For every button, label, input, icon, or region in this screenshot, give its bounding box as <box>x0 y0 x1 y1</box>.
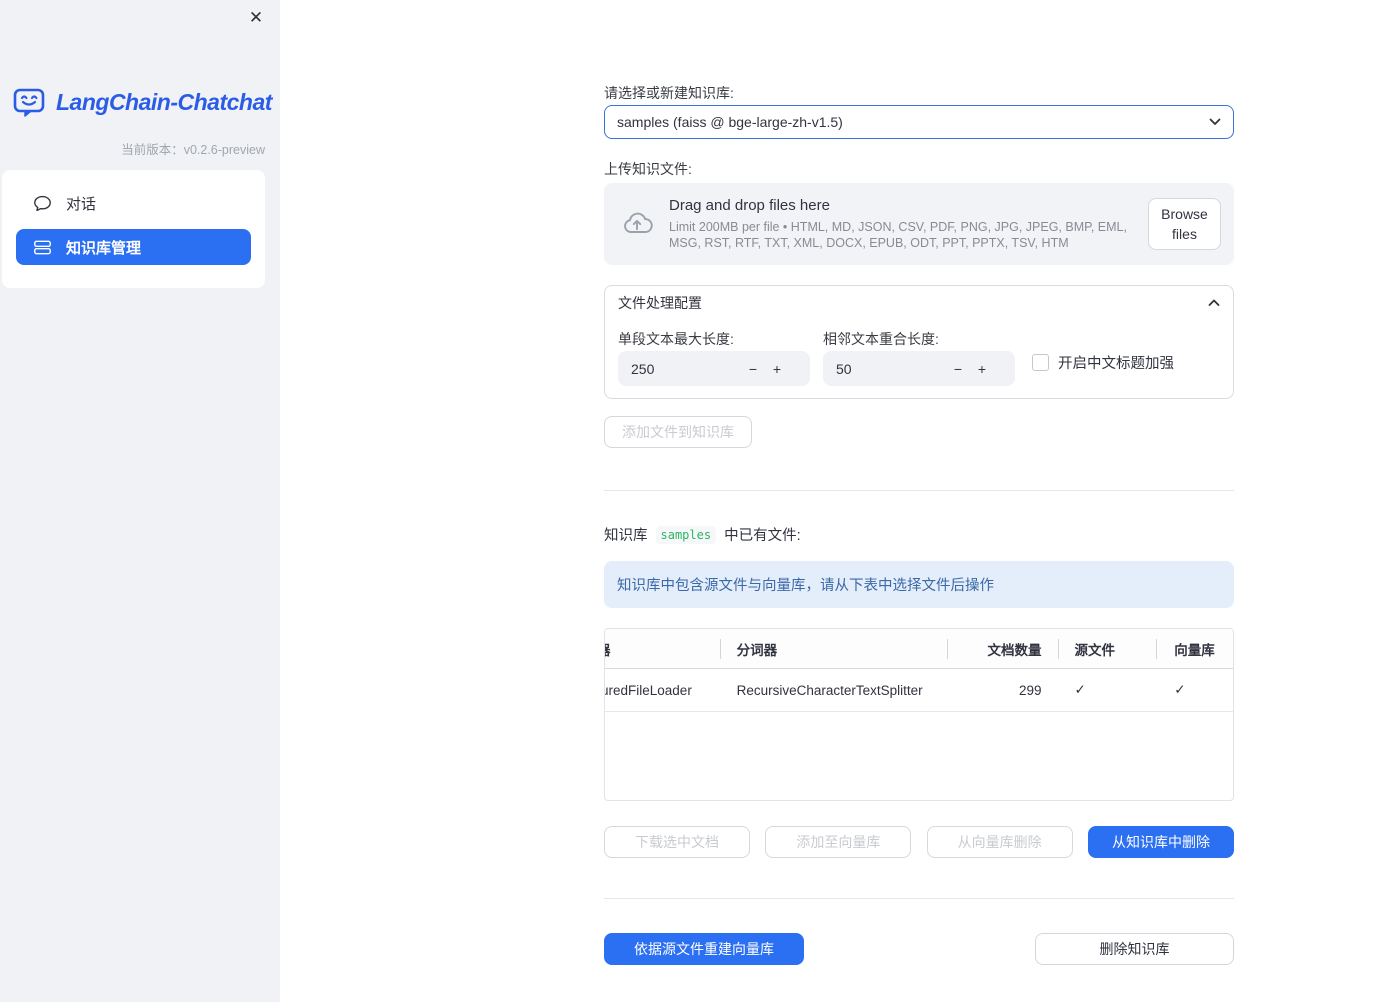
cell-doc-count: 299 <box>1018 682 1042 698</box>
delete-kb-button[interactable]: 删除知识库 <box>1035 933 1234 965</box>
sidebar: ✕ LangChain-Chatchat 当前版本：v0.2.6-preview <box>0 0 280 1002</box>
existing-files-prefix: 知识库 <box>604 528 648 544</box>
kb-select-value: samples (faiss @ bge-large-zh-v1.5) <box>617 114 843 130</box>
chunk-size-label: 单段文本最大长度: <box>618 331 734 347</box>
existing-files-suffix: 中已有文件: <box>724 528 801 544</box>
chunk-overlap-label: 相邻文本重合长度: <box>823 331 939 347</box>
info-message: 知识库中包含源文件与向量库，请从下表中选择文件后操作 <box>604 561 1234 608</box>
chunk-overlap-stepper: − + <box>823 351 1015 386</box>
add-files-to-kb-button[interactable]: 添加文件到知识库 <box>604 416 752 448</box>
delete-from-kb-button[interactable]: 从知识库中删除 <box>1087 826 1234 858</box>
delete-from-vector-store-button[interactable]: 从向量库删除 <box>926 826 1073 858</box>
app-window: ✕ LangChain-Chatchat 当前版本：v0.2.6-preview <box>0 0 1380 1002</box>
divider <box>604 490 1234 491</box>
plus-button[interactable]: + <box>765 361 789 377</box>
existing-files-line: 知识库 samples 中已有文件: <box>604 524 801 545</box>
version-value: v0.2.6-preview <box>183 143 265 157</box>
table-row[interactable]: uredFileLoader RecursiveCharacterTextSpl… <box>605 669 1233 712</box>
kb-list-icon <box>33 239 52 256</box>
dropzone-limit: Limit 200MB per file • HTML, MD, JSON, C… <box>669 219 1127 250</box>
zh-title-enhance-checkbox[interactable] <box>1032 354 1049 371</box>
sidebar-item-kb-management[interactable]: 知识库管理 <box>16 229 251 265</box>
dropzone-text: Drag and drop files here Limit 200MB per… <box>669 197 1147 252</box>
cell-vector-store-check: ✓ <box>1174 682 1186 697</box>
rebuild-vector-store-button[interactable]: 依据源文件重建向量库 <box>604 933 804 965</box>
table-header-loader[interactable]: 器 <box>605 629 720 668</box>
sidebar-close-button[interactable]: ✕ <box>244 6 268 30</box>
cloud-upload-icon <box>621 211 653 237</box>
chunk-size-stepper: − + <box>618 351 810 386</box>
expander-title: 文件处理配置 <box>618 295 702 311</box>
sidebar-nav: 对话 知识库管理 <box>2 170 265 288</box>
info-message-text: 知识库中包含源文件与向量库，请从下表中选择文件后操作 <box>617 578 994 594</box>
sidebar-item-dialogue[interactable]: 对话 <box>16 185 251 221</box>
table-header-vector-store[interactable]: 向量库 <box>1156 629 1233 668</box>
app-logo: LangChain-Chatchat <box>12 86 272 118</box>
cell-source-file-check: ✓ <box>1074 682 1086 697</box>
file-dropzone[interactable]: Drag and drop files here Limit 200MB per… <box>604 183 1234 265</box>
chevron-up-icon <box>1208 299 1220 307</box>
plus-button[interactable]: + <box>970 361 994 377</box>
minus-button[interactable]: − <box>741 361 765 377</box>
minus-button[interactable]: − <box>946 361 970 377</box>
cell-splitter: RecursiveCharacterTextSplitter <box>736 682 923 698</box>
dropzone-title: Drag and drop files here <box>669 196 830 214</box>
chatchat-logo-icon <box>12 86 48 118</box>
zh-title-enhance-label: 开启中文标题加强 <box>1058 356 1174 372</box>
file-config-expander: 文件处理配置 单段文本最大长度: 相邻文本重合长度: − + − + <box>604 285 1234 399</box>
chat-bubble-icon <box>33 195 52 212</box>
files-table: 器 分词器 文档数量 源文件 向量库 uredFileLoader Recurs… <box>604 628 1234 801</box>
table-header-source-file[interactable]: 源文件 <box>1057 629 1157 668</box>
sidebar-item-label: 对话 <box>66 195 97 213</box>
add-to-vector-store-button[interactable]: 添加至向量库 <box>765 826 912 858</box>
table-header-row: 器 分词器 文档数量 源文件 向量库 <box>605 629 1233 669</box>
app-logo-text: LangChain-Chatchat <box>56 88 272 115</box>
version-text: 当前版本：v0.2.6-preview <box>121 139 265 158</box>
chunk-overlap-input[interactable] <box>836 360 946 377</box>
kb-select-label: 请选择或新建知识库: <box>604 85 734 101</box>
chevron-down-icon <box>1209 118 1221 126</box>
divider <box>604 898 1234 899</box>
zh-title-enhance-row: 开启中文标题加强 <box>1032 352 1174 373</box>
expander-header[interactable]: 文件处理配置 <box>618 286 1220 320</box>
cell-loader: uredFileLoader <box>605 682 692 698</box>
chunk-size-input[interactable] <box>631 360 741 377</box>
version-label: 当前版本： <box>121 143 184 157</box>
upload-label: 上传知识文件: <box>604 161 692 177</box>
main-content: 请选择或新建知识库: samples (faiss @ bge-large-zh… <box>604 0 1234 1002</box>
kb-select[interactable]: samples (faiss @ bge-large-zh-v1.5) <box>604 105 1234 139</box>
download-selected-button[interactable]: 下载选中文档 <box>604 826 750 858</box>
browse-files-button[interactable]: Browse files <box>1148 198 1221 250</box>
file-actions-row: 下载选中文档 添加至向量库 从向量库删除 从知识库中删除 <box>604 826 1234 858</box>
table-header-doc-count[interactable]: 文档数量 <box>946 629 1058 668</box>
table-header-splitter[interactable]: 分词器 <box>719 629 947 668</box>
kb-name-code: samples <box>655 525 717 544</box>
sidebar-item-label: 知识库管理 <box>66 239 142 257</box>
